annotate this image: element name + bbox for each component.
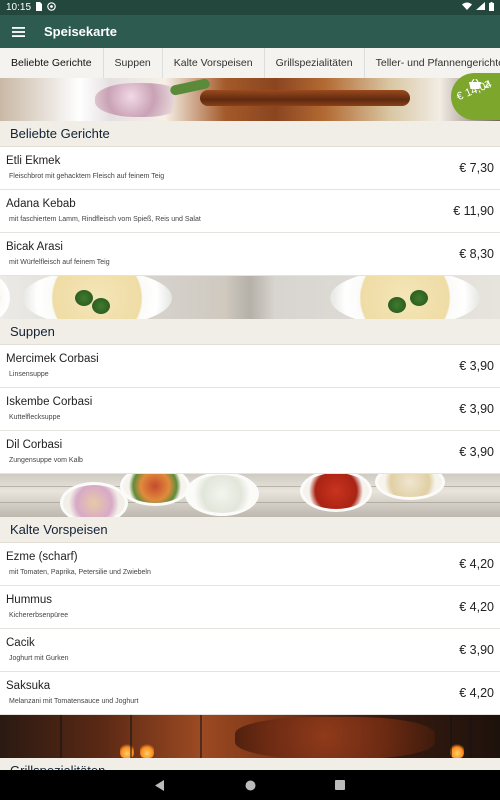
- item-description: Linsensuppe: [9, 371, 49, 378]
- tab-beliebte-gerichte[interactable]: Beliebte Gerichte: [0, 48, 104, 78]
- recents-icon[interactable]: [330, 775, 350, 795]
- battery-icon: [489, 1, 494, 14]
- item-description: Joghurt mit Gurken: [9, 655, 69, 662]
- menu-list[interactable]: Beliebte Gerichte Etli Ekmek Fleischbrot…: [0, 78, 500, 770]
- item-price: € 4,20: [459, 686, 494, 700]
- section-header: Beliebte Gerichte: [0, 121, 500, 147]
- section-image-kalte-vorspeisen: [0, 474, 500, 517]
- cart-badge[interactable]: 2 € 14,04: [451, 73, 500, 120]
- item-price: € 4,20: [459, 600, 494, 614]
- item-description: mit faschiertem Lamm, Rindfleisch vom Sp…: [9, 216, 201, 223]
- tab-suppen[interactable]: Suppen: [104, 48, 163, 78]
- item-description: Zungensuppe vom Kalb: [9, 457, 83, 464]
- section-header: Grillspezialitäten: [0, 758, 500, 770]
- item-price: € 3,90: [459, 402, 494, 416]
- sd-card-icon: [35, 1, 43, 14]
- menu-item[interactable]: Cacik Joghurt mit Gurken € 3,90: [0, 629, 500, 672]
- section-header: Suppen: [0, 319, 500, 345]
- item-name: Bicak Arasi: [6, 241, 63, 253]
- menu-item[interactable]: Iskembe Corbasi Kuttelflecksuppe € 3,90: [0, 388, 500, 431]
- section-image-suppen: [0, 276, 500, 319]
- item-description: Kichererbsenpüree: [9, 612, 69, 619]
- item-name: Mercimek Corbasi: [6, 353, 99, 365]
- status-bar: 10:15: [0, 0, 500, 15]
- section-header: Kalte Vorspeisen: [0, 517, 500, 543]
- home-icon[interactable]: [240, 775, 260, 795]
- signal-icon: [476, 2, 485, 13]
- item-name: Saksuka: [6, 680, 51, 692]
- menu-item[interactable]: Saksuka Melanzani mit Tomatensauce und J…: [0, 672, 500, 715]
- item-price: € 11,90: [453, 204, 494, 218]
- tab-kalte-vorspeisen[interactable]: Kalte Vorspeisen: [163, 48, 265, 78]
- menu-item[interactable]: Etli Ekmek Fleischbrot mit gehacktem Fle…: [0, 147, 500, 190]
- wifi-icon: [462, 2, 472, 13]
- item-name: Dil Corbasi: [6, 439, 63, 451]
- menu-item[interactable]: Mercimek Corbasi Linsensuppe € 3,90: [0, 345, 500, 388]
- section-image-grillspezialitaeten: [0, 715, 500, 758]
- item-description: Kuttelflecksuppe: [9, 414, 61, 421]
- item-price: € 4,20: [459, 557, 494, 571]
- at-sign-icon: [47, 1, 56, 14]
- item-description: mit Tomaten, Paprika, Petersilie und Zwi…: [9, 569, 151, 576]
- item-price: € 3,90: [459, 359, 494, 373]
- item-price: € 3,90: [459, 445, 494, 459]
- tab-grillspezialitaeten[interactable]: Grillspezialitäten: [265, 48, 365, 78]
- menu-item[interactable]: Dil Corbasi Zungensuppe vom Kalb € 3,90: [0, 431, 500, 474]
- back-icon[interactable]: [150, 775, 170, 795]
- menu-item[interactable]: Adana Kebab mit faschiertem Lamm, Rindfl…: [0, 190, 500, 233]
- item-description: mit Würfelfleisch auf feinem Teig: [9, 259, 110, 266]
- hamburger-menu-icon[interactable]: [0, 15, 36, 48]
- item-name: Cacik: [6, 637, 35, 649]
- clock: 10:15: [6, 2, 32, 13]
- app-bar: Speisekarte: [0, 15, 500, 48]
- page-title: Speisekarte: [44, 24, 117, 39]
- item-price: € 8,30: [459, 247, 494, 261]
- item-name: Etli Ekmek: [6, 155, 61, 167]
- item-name: Hummus: [6, 594, 53, 606]
- item-name: Iskembe Corbasi: [6, 396, 93, 408]
- section-image-beliebte-gerichte: [0, 78, 500, 121]
- menu-item[interactable]: Ezme (scharf) mit Tomaten, Paprika, Pete…: [0, 543, 500, 586]
- item-description: Melanzani mit Tomatensauce und Joghurt: [9, 698, 139, 705]
- menu-item[interactable]: Hummus Kichererbsenpüree € 4,20: [0, 586, 500, 629]
- item-price: € 7,30: [459, 161, 494, 175]
- item-name: Ezme (scharf): [6, 551, 78, 563]
- item-description: Fleischbrot mit gehacktem Fleisch auf fe…: [9, 173, 165, 180]
- item-name: Adana Kebab: [6, 198, 76, 210]
- category-tabs: Beliebte Gerichte Suppen Kalte Vorspeise…: [0, 48, 500, 78]
- item-price: € 3,90: [459, 643, 494, 657]
- system-nav-bar: [0, 770, 500, 800]
- menu-item[interactable]: Bicak Arasi mit Würfelfleisch auf feinem…: [0, 233, 500, 276]
